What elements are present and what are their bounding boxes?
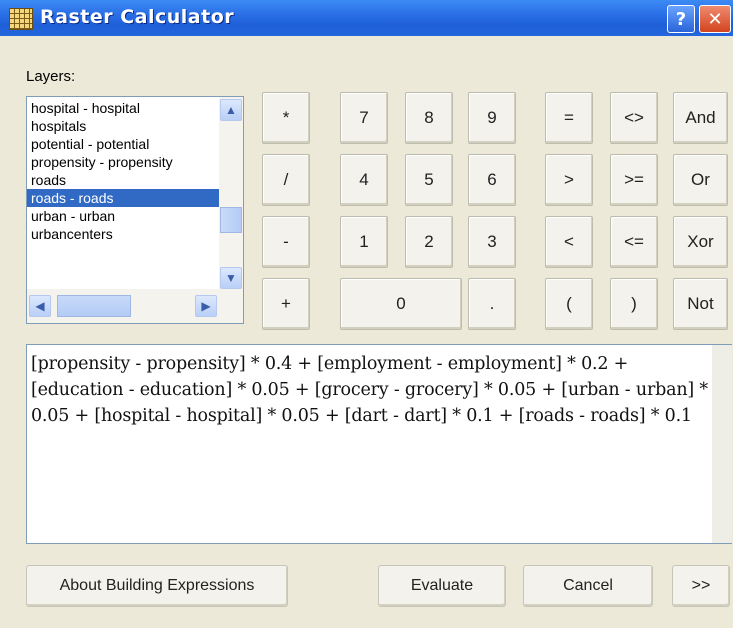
key-open-paren[interactable]: ( — [545, 278, 593, 330]
layer-list[interactable]: hospital - hospital hospitals potential … — [26, 96, 244, 324]
key-6[interactable]: 6 — [468, 154, 516, 206]
horizontal-scroll-thumb[interactable] — [57, 295, 131, 317]
vertical-scroll-thumb[interactable] — [220, 207, 242, 233]
key-greater-equal[interactable]: >= — [610, 154, 658, 206]
key-not[interactable]: Not — [673, 278, 728, 330]
scroll-down-icon[interactable]: ▼ — [220, 267, 242, 289]
layers-label: Layers: — [26, 68, 76, 85]
key-and[interactable]: And — [673, 92, 728, 144]
layer-item[interactable]: potential - potential — [27, 135, 219, 153]
layer-item[interactable]: hospitals — [27, 117, 219, 135]
key-decimal[interactable]: . — [468, 278, 516, 330]
layer-item[interactable]: roads — [27, 171, 219, 189]
expression-text[interactable]: [propensity - propensity] * 0.4 + [emplo… — [31, 351, 721, 429]
layer-items: hospital - hospital hospitals potential … — [27, 99, 219, 243]
layer-item[interactable]: urban - urban — [27, 207, 219, 225]
expression-input[interactable]: [propensity - propensity] * 0.4 + [emplo… — [26, 344, 732, 544]
layer-item[interactable]: hospital - hospital — [27, 99, 219, 117]
more-options-button[interactable]: >> — [672, 565, 730, 607]
key-8[interactable]: 8 — [405, 92, 453, 144]
key-1[interactable]: 1 — [340, 216, 388, 268]
evaluate-button[interactable]: Evaluate — [378, 565, 506, 607]
key-less-equal[interactable]: <= — [610, 216, 658, 268]
key-5[interactable]: 5 — [405, 154, 453, 206]
key-7[interactable]: 7 — [340, 92, 388, 144]
scroll-left-icon[interactable]: ◀ — [29, 295, 51, 317]
about-building-expressions-button[interactable]: About Building Expressions — [26, 565, 288, 607]
key-close-paren[interactable]: ) — [610, 278, 658, 330]
close-button[interactable]: ✕ — [699, 5, 731, 33]
key-equals[interactable]: = — [545, 92, 593, 144]
key-0[interactable]: 0 — [340, 278, 462, 330]
title-bar: Raster Calculator ? ✕ — [0, 0, 733, 36]
help-button[interactable]: ? — [667, 5, 695, 33]
window-title: Raster Calculator — [40, 6, 235, 28]
raster-calculator-icon — [9, 8, 33, 30]
key-4[interactable]: 4 — [340, 154, 388, 206]
layer-item-selected[interactable]: roads - roads — [27, 189, 219, 207]
key-2[interactable]: 2 — [405, 216, 453, 268]
key-less[interactable]: < — [545, 216, 593, 268]
scroll-right-icon[interactable]: ▶ — [195, 295, 217, 317]
cancel-button[interactable]: Cancel — [523, 565, 653, 607]
key-xor[interactable]: Xor — [673, 216, 728, 268]
key-or[interactable]: Or — [673, 154, 728, 206]
key-divide[interactable]: / — [262, 154, 310, 206]
key-plus[interactable]: + — [262, 278, 310, 330]
key-9[interactable]: 9 — [468, 92, 516, 144]
scroll-up-icon[interactable]: ▲ — [220, 99, 242, 121]
layer-item[interactable]: propensity - propensity — [27, 153, 219, 171]
layer-list-vertical-scrollbar[interactable]: ▲ ▼ — [219, 97, 243, 289]
key-3[interactable]: 3 — [468, 216, 516, 268]
expression-scrollbar[interactable] — [712, 345, 732, 543]
key-greater[interactable]: > — [545, 154, 593, 206]
key-minus[interactable]: - — [262, 216, 310, 268]
key-multiply[interactable]: * — [262, 92, 310, 144]
key-not-equal[interactable]: <> — [610, 92, 658, 144]
layer-item[interactable]: urbancenters — [27, 225, 219, 243]
layer-list-horizontal-scrollbar[interactable]: ◀ ▶ — [27, 289, 243, 323]
